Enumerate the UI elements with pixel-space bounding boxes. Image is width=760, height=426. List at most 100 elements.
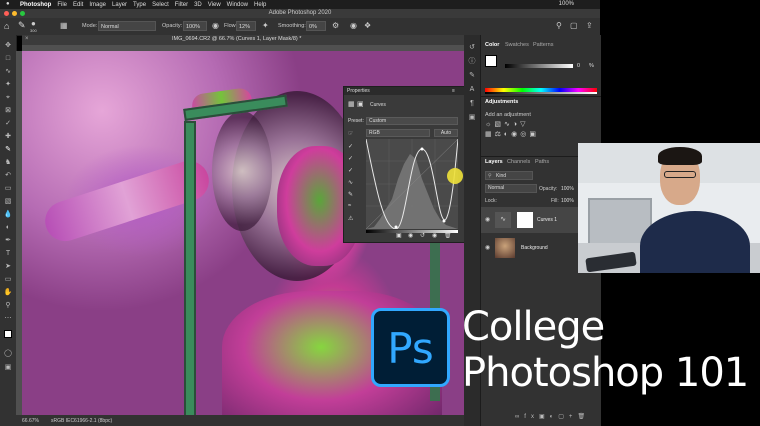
sample-white-icon[interactable]: ✓ [348,167,353,174]
hand-tool-icon[interactable]: ✋ [3,288,13,298]
preset-select[interactable]: Custom [366,117,458,125]
gradient-tool-icon[interactable]: ▧ [3,197,13,207]
menu-filter[interactable]: Filter [175,2,188,8]
clip-to-layer-icon[interactable]: ▣ [396,232,402,239]
adjustment-icons-grid[interactable]: ☼▧∿◑▽ ▦⚖◐◉◎▣ [485,120,565,144]
glyphs-panel-icon[interactable]: ▣ [467,113,477,123]
curve-points-icon[interactable]: ∿ [348,179,353,186]
tab-swatches[interactable]: Swatches [505,42,529,48]
search-icon[interactable]: ⚲ [556,21,562,30]
curves-icon[interactable]: ∿ [504,121,513,128]
new-adjustment-icon[interactable]: ◐ [550,414,559,420]
visibility-eye-icon[interactable]: ◉ [485,216,490,223]
path-selection-tool-icon[interactable]: ➤ [3,262,13,272]
quick-mask-icon[interactable]: ◯ [3,349,13,359]
menu-layer[interactable]: Layer [112,2,127,8]
menu-help[interactable]: Help [254,2,266,8]
tab-channels[interactable]: Channels [507,159,530,165]
more-tools-icon[interactable]: ⋯ [3,314,13,324]
lasso-tool-icon[interactable]: ∿ [3,67,13,77]
layer-mask-thumbnail[interactable] [517,212,533,228]
layer-filter-select[interactable]: ⚲ Kind [485,171,533,180]
history-brush-tool-icon[interactable]: ↶ [3,171,13,181]
mask-icon[interactable]: ▣ [357,100,364,108]
healing-brush-tool-icon[interactable]: ✚ [3,132,13,142]
menu-image[interactable]: Image [89,2,106,8]
channel-mixer-icon[interactable]: ◎ [520,131,529,138]
dodge-tool-icon[interactable]: ◐ [3,223,13,233]
link-layers-icon[interactable]: ∞ [515,414,524,420]
screen-mode-icon[interactable]: ▣ [3,363,13,373]
menu-type[interactable]: Type [133,2,146,8]
color-slider[interactable] [505,64,573,68]
vibrance-icon[interactable]: ▽ [520,121,528,128]
tab-layers[interactable]: Layers [485,159,503,165]
brush-settings-icon[interactable]: ▦ [60,21,68,30]
layer-opacity-input[interactable]: 100% [561,186,574,192]
move-tool-icon[interactable]: ✥ [3,41,13,51]
new-group-icon[interactable]: ▢ [558,414,569,420]
reset-icon[interactable]: ↺ [420,232,425,239]
sample-black-icon[interactable]: ✓ [348,143,353,150]
grayscale-bar[interactable] [485,92,597,94]
channel-select[interactable]: RGB [366,129,430,137]
add-mask-icon[interactable]: ▣ [539,414,550,420]
color-swatches-icon[interactable] [3,329,13,339]
photo-filter-icon[interactable]: ◉ [511,131,520,138]
clone-stamp-tool-icon[interactable]: ♞ [3,158,13,168]
menu-file[interactable]: File [57,2,67,8]
background-thumbnail[interactable] [495,238,515,258]
brush-tool-icon[interactable]: ✎ [18,20,26,31]
home-icon[interactable]: ⌂ [4,21,9,31]
adjustment-layer-icon[interactable]: ▦ [348,100,355,108]
view-previous-icon[interactable]: ◉ [408,232,413,239]
pen-tool-icon[interactable]: ✒ [3,236,13,246]
brush-tool-icon[interactable]: ✎ [3,145,13,155]
menu-view[interactable]: View [208,2,221,8]
frame-tool-icon[interactable]: ⊠ [3,106,13,116]
hue-saturation-icon[interactable]: ▦ [485,131,495,138]
marquee-tool-icon[interactable]: □ [3,54,13,64]
pressure-size-icon[interactable]: ◉ [350,21,357,30]
document-tab[interactable]: × IMG_0694.CR2 @ 66.7% (Curves 1, Layer … [22,35,464,45]
menu-window[interactable]: Window [227,2,248,8]
layer-name[interactable]: Background [521,245,548,251]
smooth-curve-icon[interactable]: ≈ [348,203,351,209]
foreground-color-swatch[interactable] [485,55,497,67]
paragraph-panel-icon[interactable]: ¶ [467,99,477,109]
auto-button[interactable]: Auto [434,129,458,137]
menu-select[interactable]: Select [152,2,169,8]
smoothing-options-icon[interactable]: ⚙ [332,21,339,30]
target-adjust-icon[interactable]: ☞ [348,130,353,137]
mode-select[interactable]: Normal [98,21,156,31]
crop-tool-icon[interactable]: ⌖ [3,93,13,103]
flow-input[interactable]: 12% [236,21,256,31]
tab-patterns[interactable]: Patterns [533,42,553,48]
brush-preset-icon[interactable]: ● [31,19,36,28]
brightness-icon[interactable]: ☼ [485,121,494,128]
levels-icon[interactable]: ▧ [494,121,504,128]
close-document-icon[interactable]: × [25,36,29,42]
type-tool-icon[interactable]: T [3,249,13,259]
zoom-level[interactable]: 66.67% [22,418,39,424]
color-slider-value[interactable]: 0 [577,63,580,69]
zoom-tool-icon[interactable]: ⚲ [3,301,13,311]
eyedropper-tool-icon[interactable]: ✓ [3,119,13,129]
tab-paths[interactable]: Paths [535,159,549,165]
visibility-eye-icon[interactable]: ◉ [485,244,490,251]
symmetry-icon[interactable]: ❖ [364,21,371,30]
menu-edit[interactable]: Edit [73,2,83,8]
color-balance-icon[interactable]: ⚖ [495,131,504,138]
layer-name[interactable]: Curves 1 [537,217,557,223]
panel-menu-icon[interactable]: ≡ [452,88,455,94]
smoothing-input[interactable]: 0% [306,21,326,31]
pressure-opacity-icon[interactable]: ◉ [212,21,219,30]
curve-pencil-icon[interactable]: ✎ [348,191,353,198]
workspace-icon[interactable]: ▢ [570,21,578,30]
delete-adjustment-icon[interactable]: 🗑 [444,232,452,239]
magic-wand-tool-icon[interactable]: ✦ [3,80,13,90]
sample-gray-icon[interactable]: ✓ [348,155,353,162]
shape-tool-icon[interactable]: ▭ [3,275,13,285]
menu-3d[interactable]: 3D [194,2,202,8]
airbrush-icon[interactable]: ✦ [262,21,269,30]
